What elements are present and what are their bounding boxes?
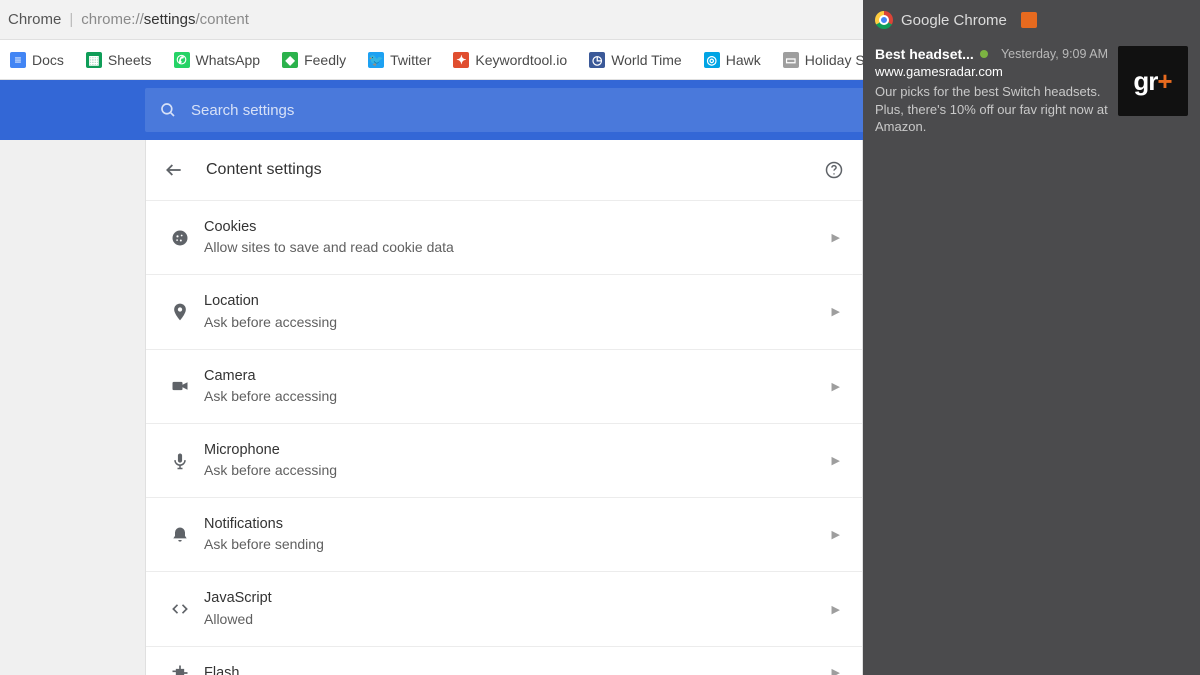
chevron-right-icon: ▶: [832, 603, 840, 616]
chevron-right-icon: ▶: [832, 305, 840, 318]
bookmark-worldtime[interactable]: ◷ World Time: [589, 52, 682, 68]
url-scheme: chrome://: [81, 11, 144, 28]
panel-header: Content settings: [146, 140, 862, 200]
help-icon[interactable]: [824, 160, 844, 180]
hawk-icon: ◎: [704, 52, 720, 68]
bookmark-hawk[interactable]: ◎ Hawk: [704, 52, 761, 68]
setting-row-flash[interactable]: Flash▶: [146, 646, 862, 675]
setting-row-location[interactable]: LocationAsk before accessing▶: [146, 274, 862, 348]
row-title: Camera: [204, 366, 832, 386]
notification-body: Our picks for the best Switch headsets. …: [875, 83, 1108, 136]
setting-row-microphone[interactable]: MicrophoneAsk before accessing▶: [146, 423, 862, 497]
notification-card[interactable]: Best headset... Yesterday, 9:09 AM www.g…: [863, 40, 1200, 148]
search-settings-field[interactable]: [145, 88, 865, 132]
bookmark-keyword[interactable]: ✦ Keywordtool.io: [453, 52, 567, 68]
bookmark-whatsapp[interactable]: ✆ WhatsApp: [174, 52, 261, 68]
location-icon: [164, 302, 196, 322]
notification-thumbnail: gr+: [1118, 46, 1188, 116]
notification-time: Yesterday, 9:09 AM: [1001, 47, 1108, 61]
thumb-text-b: +: [1157, 66, 1172, 97]
search-icon: [159, 101, 177, 119]
url-display[interactable]: chrome://settings/content: [81, 11, 249, 28]
row-title: JavaScript: [204, 588, 832, 608]
row-subtitle: Ask before accessing: [204, 386, 832, 407]
bookmark-label: Docs: [32, 52, 64, 68]
docs-icon: ≡: [10, 52, 26, 68]
bookmark-label: Keywordtool.io: [475, 52, 567, 68]
bookmark-docs[interactable]: ≡ Docs: [10, 52, 64, 68]
row-subtitle: Ask before sending: [204, 534, 832, 555]
notification-app-name: Google Chrome: [901, 12, 1007, 29]
bookmark-label: Hawk: [726, 52, 761, 68]
plugin-icon: [164, 663, 196, 675]
row-subtitle: Allow sites to save and read cookie data: [204, 237, 832, 258]
notification-title: Best headset...: [875, 46, 988, 62]
chevron-right-icon: ▶: [832, 231, 840, 244]
panel-title: Content settings: [206, 161, 802, 179]
app-name: Chrome: [8, 11, 61, 28]
app-badge-icon: [1021, 12, 1037, 28]
bookmark-label: World Time: [611, 52, 682, 68]
bookmark-label: Twitter: [390, 52, 431, 68]
row-subtitle: Ask before accessing: [204, 460, 832, 481]
bookmark-label: Feedly: [304, 52, 346, 68]
keyword-icon: ✦: [453, 52, 469, 68]
page-background: Content settings CookiesAllow sites to s…: [0, 140, 863, 675]
bookmark-twitter[interactable]: 🐦 Twitter: [368, 52, 431, 68]
chrome-icon: [875, 11, 893, 29]
bookmark-feedly[interactable]: ◆ Feedly: [282, 52, 346, 68]
back-arrow-icon[interactable]: [164, 160, 184, 180]
whatsapp-icon: ✆: [174, 52, 190, 68]
row-subtitle: Allowed: [204, 609, 832, 630]
url-highlight: settings: [144, 11, 196, 28]
camera-icon: [164, 376, 196, 396]
bookmark-label: Sheets: [108, 52, 152, 68]
chevron-right-icon: ▶: [832, 454, 840, 467]
url-path: /content: [196, 11, 249, 28]
cookie-icon: [164, 228, 196, 248]
chevron-right-icon: ▶: [832, 528, 840, 541]
unread-dot-icon: [980, 50, 988, 58]
code-icon: [164, 599, 196, 619]
row-title: Cookies: [204, 217, 832, 237]
content-settings-panel: Content settings CookiesAllow sites to s…: [145, 140, 863, 675]
microphone-icon: [164, 451, 196, 471]
bell-icon: [164, 525, 196, 545]
thumb-text-a: gr: [1133, 66, 1157, 97]
notification-title-text: Best headset...: [875, 46, 974, 62]
page-icon: ▭: [783, 52, 799, 68]
chevron-right-icon: ▶: [832, 666, 840, 675]
row-subtitle: Ask before accessing: [204, 312, 832, 333]
twitter-icon: 🐦: [368, 52, 384, 68]
separator: |: [69, 11, 73, 28]
row-title: Notifications: [204, 514, 832, 534]
row-title: Flash: [204, 663, 832, 675]
setting-row-camera[interactable]: CameraAsk before accessing▶: [146, 349, 862, 423]
sheets-icon: ▦: [86, 52, 102, 68]
feedly-icon: ◆: [282, 52, 298, 68]
chevron-right-icon: ▶: [832, 380, 840, 393]
notification-header: Google Chrome: [863, 0, 1200, 40]
bookmark-sheets[interactable]: ▦ Sheets: [86, 52, 152, 68]
notification-site: www.gamesradar.com: [875, 64, 1108, 79]
worldtime-icon: ◷: [589, 52, 605, 68]
row-title: Microphone: [204, 440, 832, 460]
setting-row-javascript[interactable]: JavaScriptAllowed▶: [146, 571, 862, 645]
row-title: Location: [204, 291, 832, 311]
bookmark-label: WhatsApp: [196, 52, 261, 68]
notification-center: Google Chrome Best headset... Yesterday,…: [863, 0, 1200, 675]
search-input[interactable]: [191, 102, 851, 119]
setting-row-notifications[interactable]: NotificationsAsk before sending▶: [146, 497, 862, 571]
setting-row-cookies[interactable]: CookiesAllow sites to save and read cook…: [146, 200, 862, 274]
